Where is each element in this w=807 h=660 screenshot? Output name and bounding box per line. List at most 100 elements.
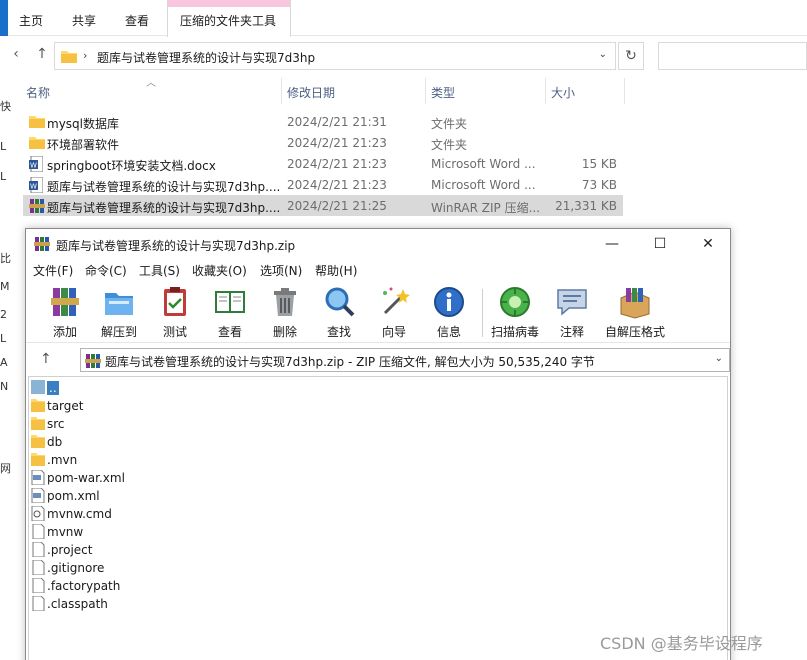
find-button[interactable]: 查找	[311, 283, 367, 341]
toolbar-label: 解压到	[100, 325, 137, 339]
list-item[interactable]: src	[29, 415, 429, 433]
tab-view[interactable]: 查看	[125, 12, 149, 29]
archive-file-list[interactable]: .. target src db .mvn pom-war.xml pom.xm…	[28, 376, 728, 660]
word-icon: W	[29, 177, 43, 193]
column-divider[interactable]	[624, 78, 625, 104]
tab-share[interactable]: 共享	[72, 12, 96, 29]
list-item[interactable]: .gitignore	[29, 559, 429, 577]
file-type: Microsoft Word ...	[431, 157, 536, 171]
winrar-titlebar[interactable]: 题库与试卷管理系统的设计与实现7d3hp.zip — ☐ ✕	[26, 229, 730, 259]
column-header-name[interactable]: 名称	[26, 84, 50, 101]
extract-button[interactable]: 解压到	[91, 283, 147, 341]
file-row[interactable]: W springboot环境安装文档.docx 2024/2/21 21:23 …	[23, 153, 623, 174]
menu-favorites[interactable]: 收藏夹(O)	[192, 262, 247, 279]
view-button[interactable]: 查看	[202, 283, 258, 341]
menu-help[interactable]: 帮助(H)	[315, 262, 357, 279]
file-row[interactable]: W 题库与试卷管理系统的设计与实现7d3hp.... 2024/2/21 21:…	[23, 174, 623, 195]
list-item[interactable]: ..	[29, 379, 429, 397]
nav-pane-char[interactable]: L	[0, 332, 6, 345]
nav-pane-char[interactable]: L	[0, 170, 6, 183]
menu-file[interactable]: 文件(F)	[33, 262, 73, 279]
file-size: 73 KB	[581, 178, 617, 192]
address-path: 题库与试卷管理系统的设计与实现7d3hp	[97, 51, 316, 65]
file-type: Microsoft Word ...	[431, 178, 536, 192]
file-row[interactable]: mysql数据库 2024/2/21 21:31 文件夹	[23, 111, 623, 132]
up-arrow-icon[interactable]: ↑	[40, 351, 52, 367]
file-name: 题库与试卷管理系统的设计与实现7d3hp....	[47, 201, 281, 215]
refresh-button[interactable]: ↻	[618, 42, 644, 70]
menu-options[interactable]: 选项(N)	[260, 262, 302, 279]
column-header-type[interactable]: 类型	[431, 84, 455, 101]
tab-compressed-folder-tools[interactable]: 压缩的文件夹工具	[167, 0, 291, 37]
minimize-button[interactable]: —	[592, 233, 632, 255]
list-item[interactable]: .project	[29, 541, 429, 559]
nav-pane-char[interactable]: N	[0, 380, 8, 393]
nav-pane-char[interactable]: 快	[0, 98, 11, 114]
search-input[interactable]	[658, 42, 807, 70]
list-item[interactable]: mvnw	[29, 523, 429, 541]
chevron-down-icon[interactable]: ⌄	[715, 353, 723, 364]
toolbar-label: 信息	[436, 325, 461, 339]
comment-button[interactable]: 注释	[544, 283, 600, 341]
column-header-size[interactable]: 大小	[551, 84, 575, 101]
magnifier-icon	[325, 287, 355, 317]
menu-tools[interactable]: 工具(S)	[139, 262, 180, 279]
wizard-button[interactable]: 向导	[366, 283, 422, 341]
file-row[interactable]: 环境部署软件 2024/2/21 21:23 文件夹	[23, 132, 623, 153]
tab-home[interactable]: 主页	[19, 12, 43, 29]
folder-icon	[29, 137, 45, 149]
info-button[interactable]: 信息	[421, 283, 477, 341]
folder-icon	[31, 453, 45, 466]
winrar-icon	[85, 354, 101, 368]
back-arrow-icon[interactable]: ‹	[8, 46, 24, 62]
file-row-selected[interactable]: 题库与试卷管理系统的设计与实现7d3hp.... 2024/2/21 21:25…	[23, 195, 623, 216]
nav-pane-char[interactable]: L	[0, 140, 6, 153]
item-name: pom.xml	[47, 489, 100, 503]
close-button[interactable]: ✕	[688, 233, 728, 255]
column-header-date[interactable]: 修改日期	[287, 84, 335, 101]
up-arrow-icon[interactable]: ↑	[34, 46, 50, 62]
xml-file-icon	[31, 488, 45, 503]
nav-pane-char[interactable]: 比	[0, 250, 11, 266]
watermark-text: CSDN @基务毕设程序	[600, 634, 763, 653]
file-icon	[32, 524, 45, 539]
column-divider[interactable]	[545, 78, 546, 104]
chevron-down-icon[interactable]: ⌄	[599, 49, 607, 60]
nav-pane-char[interactable]: M	[0, 280, 10, 293]
list-item[interactable]: target	[29, 397, 429, 415]
scan-virus-button[interactable]: 扫描病毒	[487, 283, 543, 341]
file-name: 环境部署软件	[47, 138, 120, 152]
archive-path-dropdown[interactable]: 题库与试卷管理系统的设计与实现7d3hp.zip - ZIP 压缩文件, 解包大…	[80, 348, 730, 372]
comment-icon	[557, 289, 587, 316]
toolbar-label: 查看	[217, 325, 242, 339]
nav-pane-char[interactable]: A	[0, 356, 8, 369]
item-name: mvnw	[47, 525, 84, 539]
column-divider[interactable]	[425, 78, 426, 104]
list-item[interactable]: db	[29, 433, 429, 451]
item-name: pom-war.xml	[47, 471, 125, 485]
list-item[interactable]: .classpath	[29, 595, 429, 613]
menu-commands[interactable]: 命令(C)	[85, 262, 127, 279]
add-button[interactable]: 添加	[37, 283, 93, 341]
delete-button[interactable]: 删除	[257, 283, 313, 341]
file-tab[interactable]	[0, 0, 8, 36]
address-bar[interactable]: › 题库与试卷管理系统的设计与实现7d3hp ⌄	[54, 42, 616, 70]
file-type: 文件夹	[431, 138, 468, 152]
list-item[interactable]: .mvn	[29, 451, 429, 469]
list-item[interactable]: pom.xml	[29, 487, 429, 505]
list-item[interactable]: pom-war.xml	[29, 469, 429, 487]
sort-ascending-icon: ︿	[146, 78, 156, 89]
toolbar-label: 测试	[162, 325, 187, 339]
navigation-pane: 快 L L 比 M 2 L A N 网	[0, 80, 11, 480]
file-icon	[32, 542, 45, 557]
list-item[interactable]: mvnw.cmd	[29, 505, 429, 523]
list-item[interactable]: .factorypath	[29, 577, 429, 595]
item-name: src	[47, 417, 65, 431]
column-divider[interactable]	[281, 78, 282, 104]
nav-pane-char[interactable]: 网	[0, 460, 11, 476]
sfx-button[interactable]: 自解压格式	[602, 283, 668, 341]
toolbar-label: 自解压格式	[604, 325, 665, 339]
nav-pane-char[interactable]: 2	[0, 308, 7, 321]
maximize-button[interactable]: ☐	[640, 233, 680, 255]
test-button[interactable]: 测试	[147, 283, 203, 341]
